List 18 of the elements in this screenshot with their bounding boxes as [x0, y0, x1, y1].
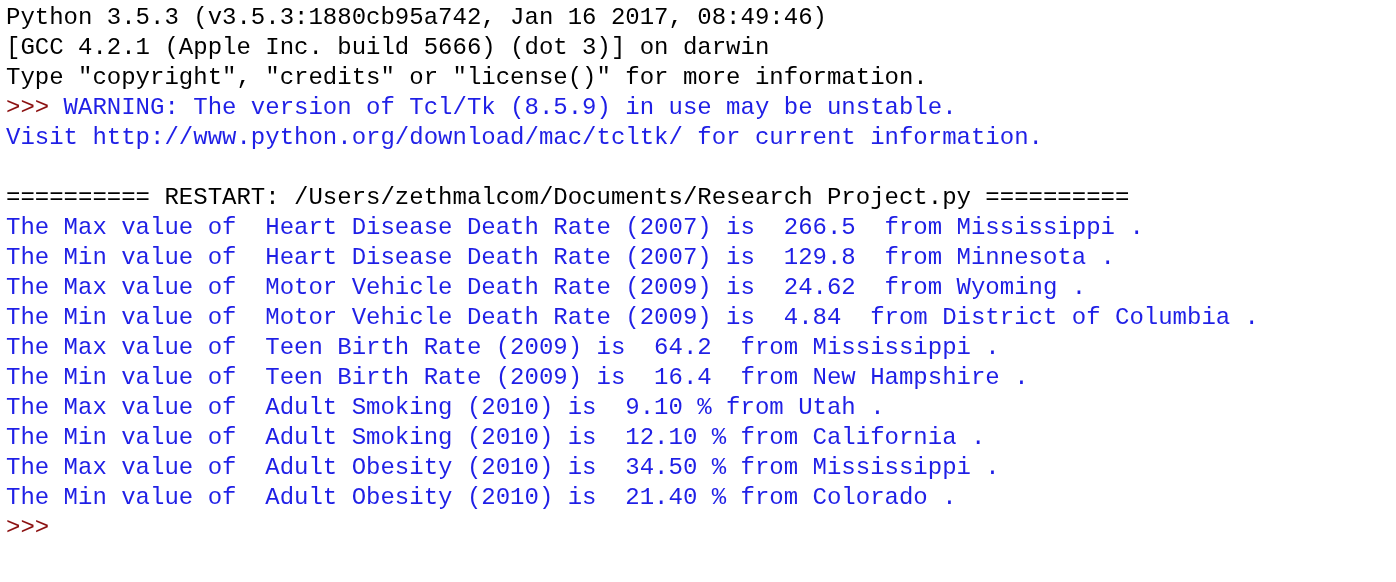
output-text: The Max value of Adult Obesity (2010) is 34.50 % from Mississippi . — [6, 453, 1000, 483]
output-text: The Max value of Heart Disease Death Rate (2007) is 266.5 from Mississippi . — [6, 213, 1144, 243]
output-text: Visit http://www.python.org/download/mac/tcltk/ for current information. — [6, 123, 1043, 153]
output-text: The Min value of Teen Birth Rate (2009) is 16.4 from New Hampshire . — [6, 363, 1029, 393]
output-text: The Min value of Motor Vehicle Death Rate (2009) is 4.84 from District of Columbia . — [6, 303, 1259, 333]
shell-prompt: >>> — [6, 513, 50, 543]
banner-text: Python 3.5.3 (v3.5.3:1880cb95a742, Jan 16 2017, 08:49:46) — [6, 3, 827, 33]
output-text: The Max value of Adult Smoking (2010) is 9.10 % from Utah . — [6, 393, 885, 423]
output-text: The Max value of Teen Birth Rate (2009) is 64.2 from Mississippi . — [6, 333, 1000, 363]
output-text: The Min value of Adult Smoking (2010) is 12.10 % from California . — [6, 423, 986, 453]
output-text: The Min value of Adult Obesity (2010) is 21.40 % from Colorado . — [6, 483, 957, 513]
banner-text: [GCC 4.2.1 (Apple Inc. build 5666) (dot 3)] on darwin — [6, 33, 770, 63]
shell-prompt: >>> — [6, 93, 50, 123]
output-text: WARNING: The version of Tcl/Tk (8.5.9) in use may be unstable. — [63, 93, 957, 123]
banner-text: ========== RESTART: /Users/zethmalcom/Documents/Research Project.py ========== — [6, 183, 1130, 213]
output-text: The Min value of Heart Disease Death Rate (2007) is 129.8 from Minnesota . — [6, 243, 1115, 273]
output-text: The Max value of Motor Vehicle Death Rate (2009) is 24.62 from Wyoming . — [6, 273, 1087, 303]
banner-text: Type "copyright", "credits" or "license()" for more information. — [6, 63, 928, 93]
